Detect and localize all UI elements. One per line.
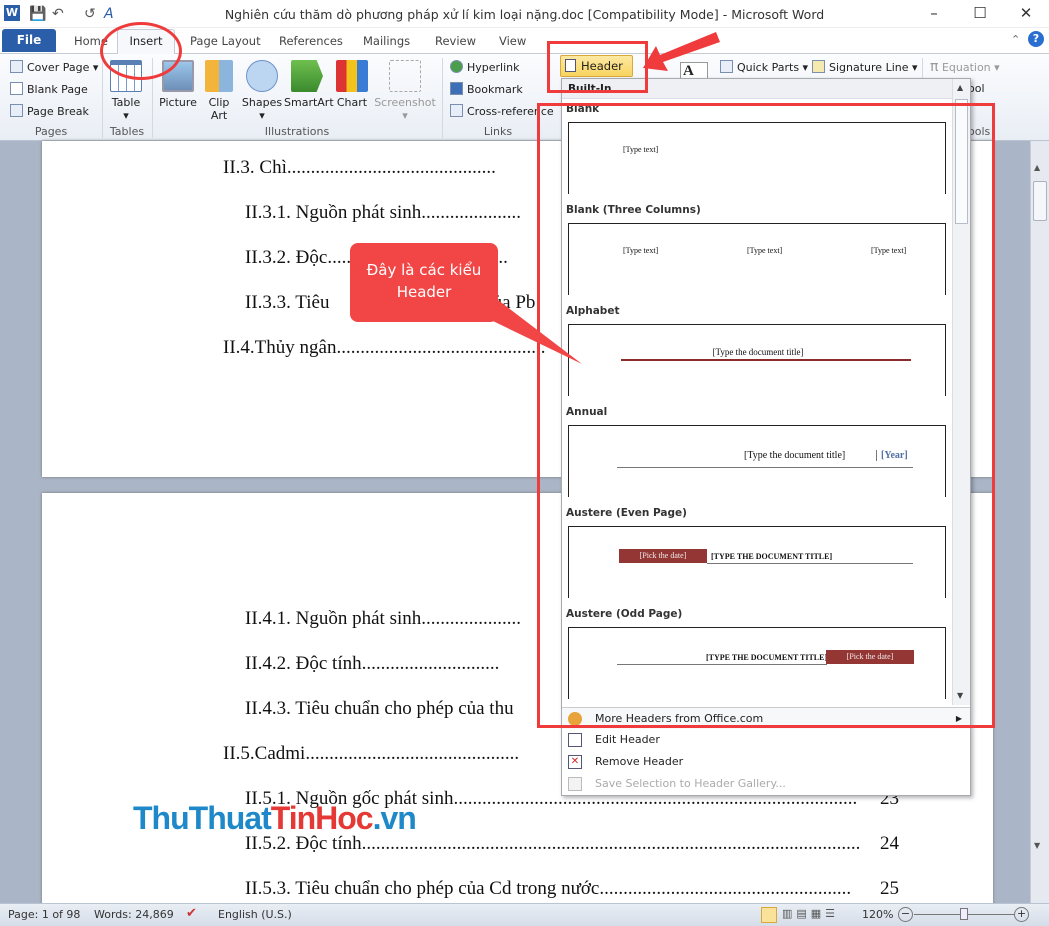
arrow-to-header-icon: [643, 32, 720, 71]
watermark-logo: ThuThuatTinHoc.vn: [133, 800, 417, 836]
annotation-arrows: [470, 32, 720, 364]
annotation-callout: Đây là các kiểu Header: [350, 243, 498, 322]
